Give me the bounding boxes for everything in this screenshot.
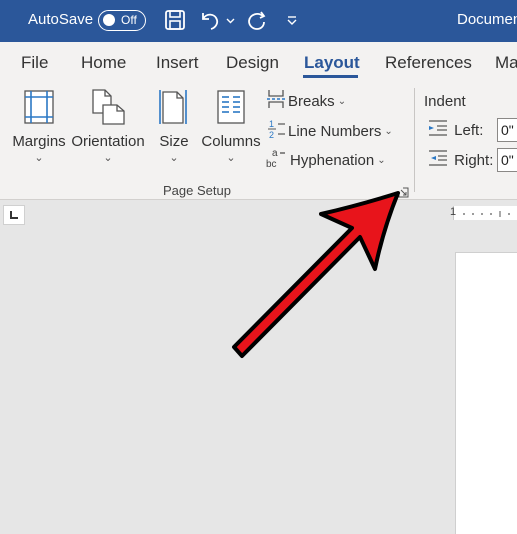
breaks-button[interactable]: Breaks ⌄ (266, 89, 346, 111)
chevron-down-icon: ⌄ (34, 152, 44, 164)
tab-design[interactable]: Design (226, 53, 279, 73)
size-button[interactable]: Size ⌄ (155, 82, 193, 164)
chevron-down-icon: ⌄ (103, 152, 113, 164)
margins-label: Margins (12, 133, 66, 150)
indent-right-row: Right: (428, 150, 493, 170)
redo-icon[interactable] (245, 9, 269, 36)
hyphenation-icon: a bc (266, 147, 288, 173)
tab-home[interactable]: Home (81, 53, 126, 73)
svg-text:bc: bc (266, 159, 277, 169)
tab-references[interactable]: References (385, 53, 472, 73)
undo-dropdown-chevron-icon[interactable] (226, 12, 235, 30)
horizontal-ruler[interactable] (453, 206, 517, 220)
svg-text:1: 1 (269, 119, 274, 129)
save-icon[interactable] (164, 9, 186, 36)
hyphenation-button[interactable]: a bc Hyphenation ⌄ (266, 147, 386, 170)
indent-left-label: Left: (454, 121, 484, 139)
line-numbers-button[interactable]: 1 2 Line Numbers ⌄ (266, 118, 393, 140)
ribbon-tabs: File Home Insert Design Layout Reference… (0, 42, 517, 82)
indent-right-icon (428, 150, 448, 170)
autosave-state: Off (121, 13, 137, 27)
document-page[interactable] (455, 252, 517, 534)
indent-left-icon (428, 120, 448, 140)
autosave-label: AutoSave (28, 11, 94, 28)
indent-left-row: Left: (428, 120, 483, 140)
breaks-icon (266, 89, 286, 113)
undo-icon[interactable] (198, 9, 222, 36)
svg-text:a: a (272, 148, 278, 159)
svg-text:2: 2 (269, 130, 274, 140)
tab-layout[interactable]: Layout (304, 53, 360, 73)
indent-left-input[interactable]: 0" (497, 118, 517, 142)
chevron-down-icon: ⌄ (226, 152, 236, 164)
customize-toolbar-icon[interactable] (286, 14, 298, 32)
line-numbers-icon: 1 2 (266, 118, 286, 144)
page-setup-group-label: Page Setup (163, 183, 231, 198)
group-divider (414, 88, 415, 192)
margins-icon (11, 82, 67, 124)
line-numbers-label: Line Numbers (288, 122, 382, 140)
orientation-button[interactable]: Orientation ⌄ (70, 82, 146, 164)
columns-button[interactable]: Columns ⌄ (200, 82, 262, 164)
breaks-label: Breaks (288, 92, 335, 110)
toggle-knob (103, 14, 115, 26)
active-tab-indicator (303, 75, 358, 78)
chevron-down-icon: ⌄ (337, 95, 347, 107)
hyphenation-label: Hyphenation (290, 151, 375, 169)
orientation-label: Orientation (71, 133, 145, 150)
margins-button[interactable]: Margins ⌄ (11, 82, 67, 164)
orientation-icon (70, 82, 146, 125)
tab-file[interactable]: File (21, 53, 48, 73)
left-tab-stop-icon (10, 211, 18, 219)
tab-insert[interactable]: Insert (156, 53, 199, 73)
chevron-down-icon: ⌄ (169, 152, 179, 164)
page-setup-dialog-launcher-icon[interactable] (398, 185, 409, 198)
indent-title: Indent (424, 93, 466, 110)
document-title: Documen (457, 11, 517, 28)
chevron-down-icon: ⌄ (384, 125, 393, 137)
autosave-toggle[interactable]: Off (98, 10, 146, 31)
indent-right-label: Right: (454, 151, 494, 169)
tab-selector[interactable] (3, 205, 25, 225)
ribbon: Margins ⌄ Orientation ⌄ Size ⌄ Columns ⌄… (0, 82, 517, 200)
tab-mailings[interactable]: Ma (495, 53, 517, 73)
indent-right-input[interactable]: 0" (497, 148, 517, 172)
ruler-tick-label: 1 (450, 206, 457, 218)
size-label: Size (159, 133, 189, 150)
columns-label: Columns (201, 133, 261, 150)
columns-icon (200, 82, 262, 124)
chevron-down-icon: ⌄ (377, 154, 386, 166)
title-bar: AutoSave Off Documen (0, 0, 517, 42)
size-icon (155, 82, 193, 124)
